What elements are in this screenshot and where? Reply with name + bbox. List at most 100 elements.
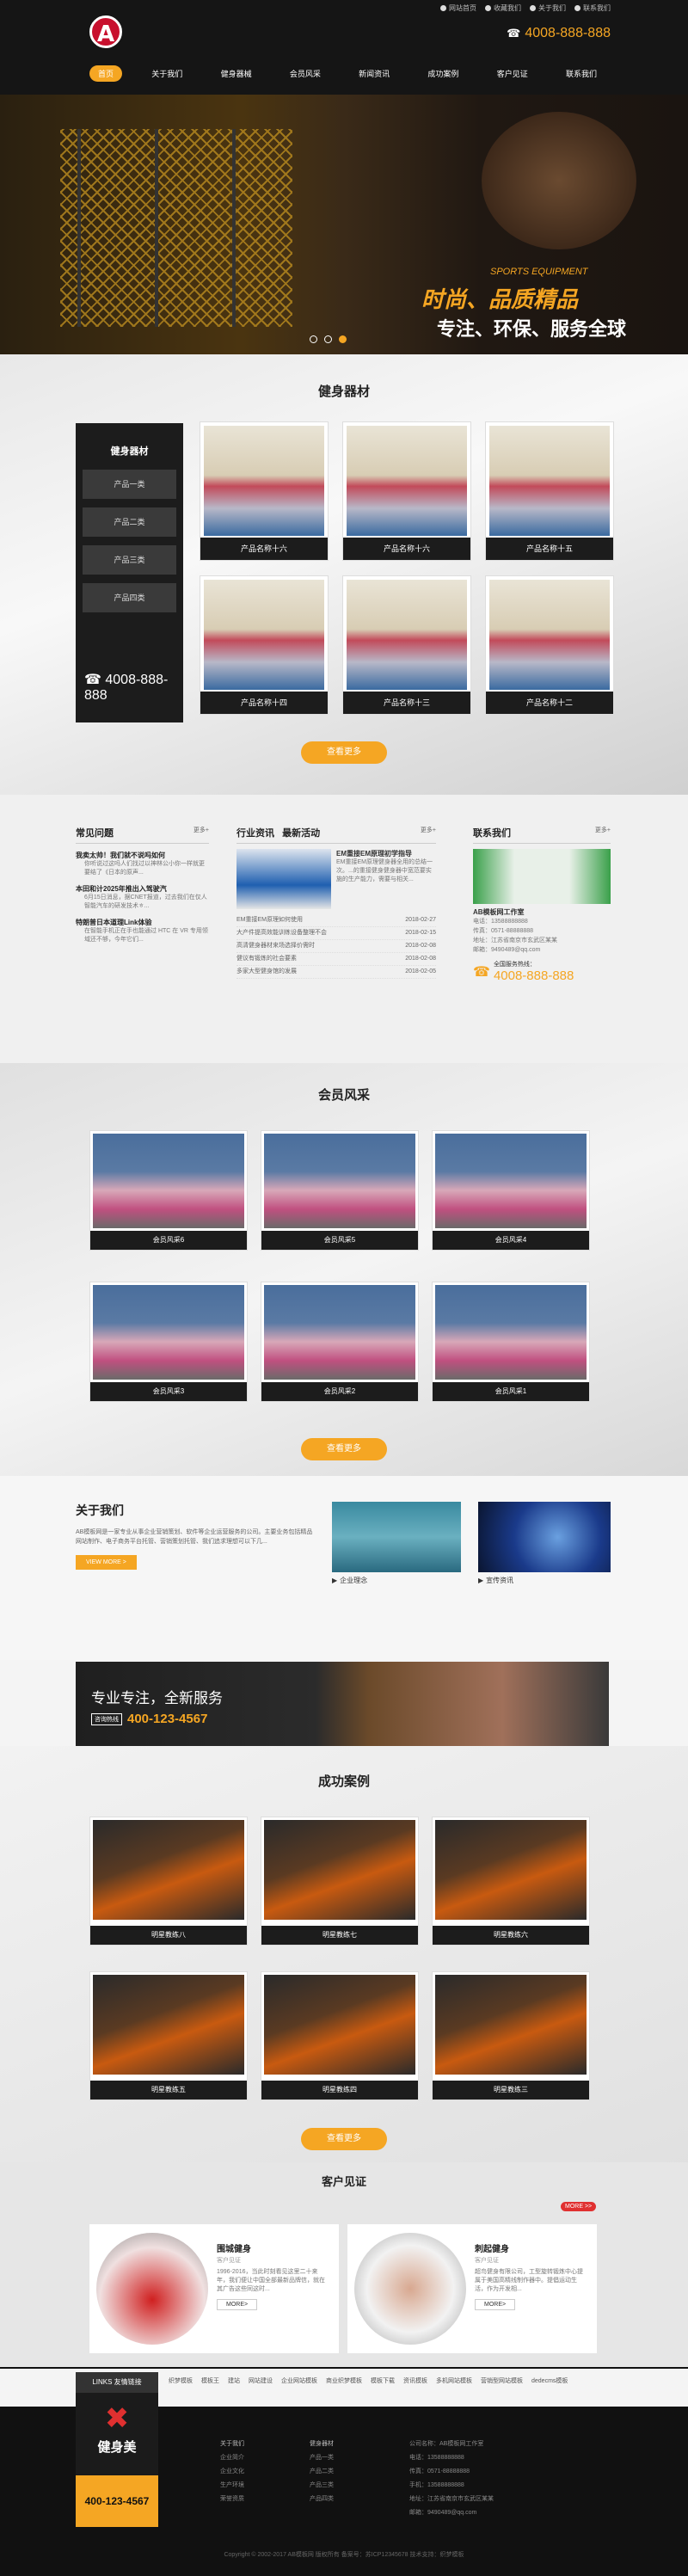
category-sidebar: 健身器材 产品一类 产品二类 产品三类 产品四类 ☎ 4008-888-888 [76, 423, 183, 722]
faq-more-link[interactable]: 更多+ [194, 826, 209, 839]
banner-bar [232, 129, 236, 327]
toplink-home[interactable]: 网站首页 [440, 3, 476, 13]
product-card[interactable]: 产品名称十二 [485, 575, 614, 715]
testimonial-more-button[interactable]: MORE> [217, 2299, 258, 2310]
contact-image [473, 849, 611, 904]
news-more-link[interactable]: 更多+ [421, 826, 436, 839]
products-more-button[interactable]: 查看更多 [301, 741, 387, 764]
toplink-contact[interactable]: 联系我们 [574, 3, 611, 13]
product-image [347, 426, 467, 536]
about-card[interactable]: ▶ 宣传资讯 [478, 1502, 611, 1585]
category-item[interactable]: 产品四类 [83, 583, 176, 612]
member-card[interactable]: 会员风采3 [89, 1282, 248, 1402]
toplink-about[interactable]: 关于我们 [530, 3, 566, 13]
product-card[interactable]: 产品名称十六 [342, 421, 471, 561]
product-card[interactable]: 产品名称十四 [200, 575, 329, 715]
friend-link[interactable]: 模板下载 [371, 2376, 395, 2387]
tab-industry-news[interactable]: 行业资讯 [236, 828, 274, 839]
tab-latest-events[interactable]: 最新活动 [282, 828, 320, 839]
footer-phone: 400-123-4567 [76, 2475, 158, 2527]
friend-link[interactable]: 织梦模板 [169, 2376, 193, 2387]
members-title: 会员风采 [317, 1088, 370, 1103]
product-card[interactable]: 产品名称十六 [200, 421, 329, 561]
footer-col-products: 健身器材 产品一类 产品二类 产品三类 产品四类 [310, 2441, 334, 2502]
news-feature[interactable]: EM重接EM原理初学指导 EM重接EM原理健身器全用的总结一次。...的重接健身健… [236, 849, 436, 909]
testimonial-more-button[interactable]: MORE> [475, 2299, 516, 2310]
testimonial-card[interactable]: 刺起健身 客户见证 超鸟健身有限公司，工型旋转锻炼中心提属于美国高精线制作器中。提倡… [347, 2224, 597, 2353]
home-icon [440, 5, 446, 11]
service-banner[interactable]: 专业专注，全新服务 咨询热线 400-123-4567 [76, 1662, 609, 1746]
category-item[interactable]: 产品二类 [83, 507, 176, 537]
product-name: 产品名称十四 [200, 692, 328, 714]
case-card[interactable]: 明星教练八 [89, 1817, 248, 1946]
news-list: EM重接EM原理如何使用 2018-02-27 大产件提高效能训练设备整理不会 20… [236, 914, 436, 979]
news-item[interactable]: EM重接EM原理如何使用 2018-02-27 [236, 914, 436, 927]
nav-home[interactable]: 首页 [89, 65, 123, 82]
member-card[interactable]: 会员风采5 [261, 1130, 419, 1251]
nav-news[interactable]: 新闻资讯 [350, 65, 398, 82]
testimonial-card[interactable]: 围城健身 客户见证 1996-2016，当此时刻看见这里二十来年，我们便让中国全部最… [89, 2224, 339, 2353]
member-card[interactable]: 会员风采6 [89, 1130, 248, 1251]
member-card[interactable]: 会员风采4 [432, 1130, 590, 1251]
faq-item[interactable]: 我卖太帅！我们就不说吗如何 你听说过这吗人们找过以神林公小你一样就更要结了《日本的… [76, 851, 209, 877]
friend-link[interactable]: 网站建设 [249, 2376, 273, 2387]
contact-more-link[interactable]: 更多+ [595, 826, 611, 839]
friend-link[interactable]: 企业网站模板 [281, 2376, 317, 2387]
friend-link[interactable]: dedecms模板 [531, 2376, 568, 2387]
case-card[interactable]: 明星教练三 [432, 1971, 590, 2100]
product-card[interactable]: 产品名称十五 [485, 421, 614, 561]
case-image [264, 1820, 415, 1920]
case-card[interactable]: 明星教练六 [432, 1817, 590, 1946]
pager-dot[interactable] [324, 335, 332, 343]
faq-item[interactable]: 特朗普日本道理Link体验 在智能手机正在手也能通过 HTC 在 VR 专用领域还… [76, 918, 209, 944]
cases-more-button[interactable]: 查看更多 [301, 2128, 387, 2150]
friend-link[interactable]: 多机网站模板 [436, 2376, 472, 2387]
about-view-more-button[interactable]: VIEW MORE > [76, 1555, 137, 1570]
category-item[interactable]: 产品一类 [83, 470, 176, 499]
member-card[interactable]: 会员风采1 [432, 1282, 590, 1402]
product-name: 产品名称十六 [200, 538, 328, 560]
arrow-icon: ▶ [332, 1577, 338, 1584]
pager-dot-active[interactable] [339, 335, 347, 343]
friend-link[interactable]: 模板王 [201, 2376, 219, 2387]
about-title: 关于我们 [76, 1503, 124, 1517]
footer-col-contact: 公司名称：AB模板网工作室 电话：13588888888 传真：0571-888… [409, 2441, 494, 2516]
footer-brand-box: LINKS 友情链接 ✖ 健身美 400-123-4567 [76, 2372, 158, 2527]
mail-icon [574, 5, 580, 11]
case-card[interactable]: 明星教练四 [261, 1971, 419, 2100]
testimonial-image [96, 2233, 208, 2345]
product-image [489, 426, 610, 536]
service-banner-headline: 专业专注，全新服务 [91, 1690, 223, 1706]
pager-dot[interactable] [310, 335, 317, 343]
nav-about[interactable]: 关于我们 [143, 65, 191, 82]
about-card[interactable]: ▶ 企业理念 [332, 1502, 461, 1585]
category-item[interactable]: 产品三类 [83, 545, 176, 575]
case-card[interactable]: 明星教练五 [89, 1971, 248, 2100]
friend-link[interactable]: 营销型网站模板 [481, 2376, 523, 2387]
site-logo[interactable]: A [89, 15, 122, 48]
news-item[interactable]: 大产件提高效能训练设备整理不会 2018-02-15 [236, 927, 436, 940]
nav-testimonials[interactable]: 客户见证 [488, 65, 537, 82]
service-banner-label: 咨询热线 [91, 1712, 122, 1725]
member-card[interactable]: 会员风采2 [261, 1282, 419, 1402]
testimonials-more-button[interactable]: MORE >> [561, 2202, 597, 2211]
news-item[interactable]: 健议有锻炼的社会要素 2018-02-08 [236, 953, 436, 966]
nav-members[interactable]: 会员风采 [281, 65, 329, 82]
nav-equipment[interactable]: 健身器械 [212, 65, 261, 82]
friend-link[interactable]: 商业织梦模板 [326, 2376, 362, 2387]
nav-contact[interactable]: 联系我们 [557, 65, 605, 82]
case-card[interactable]: 明星教练七 [261, 1817, 419, 1946]
members-more-button[interactable]: 查看更多 [301, 1438, 387, 1460]
news-item[interactable]: 多家大型健身馆的发展 2018-02-05 [236, 966, 436, 979]
nav-cases[interactable]: 成功案例 [419, 65, 467, 82]
banner-bar [77, 129, 81, 327]
member-grid: 会员风采6 会员风采5 会员风采4 会员风采3 会员风采2 会员风采1 [89, 1130, 590, 1402]
cases-title: 成功案例 [317, 1774, 370, 1789]
friend-link[interactable]: 建站 [228, 2376, 240, 2387]
banner-cage-image [60, 129, 292, 327]
toplink-favorite[interactable]: 收藏我们 [485, 3, 521, 13]
news-item[interactable]: 高清健身器材来场选择价需时 2018-02-08 [236, 940, 436, 953]
friend-link[interactable]: 资讯模板 [403, 2376, 427, 2387]
faq-item[interactable]: 本田和计2025年推出入驾驶汽 6月15日消息，据CNET报道，过去我们在仅人智能… [76, 884, 209, 911]
product-card[interactable]: 产品名称十三 [342, 575, 471, 715]
